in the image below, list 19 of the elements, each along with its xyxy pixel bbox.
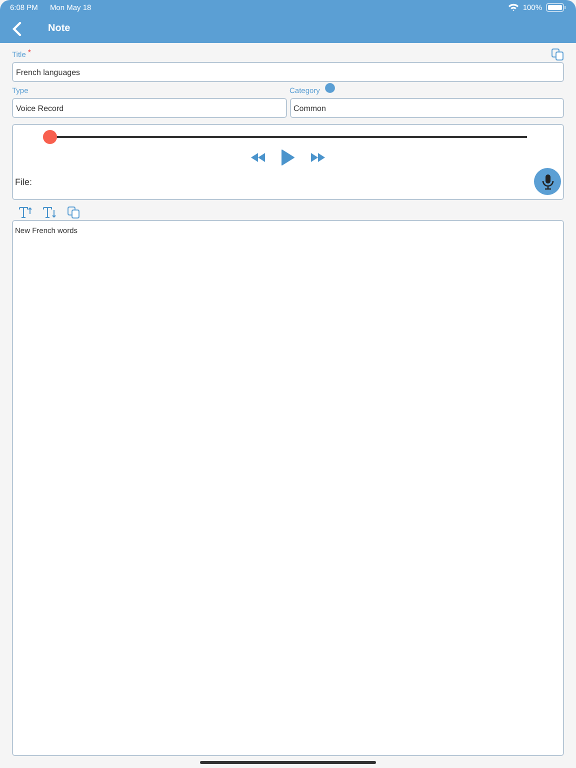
font-decrease-icon[interactable] (43, 207, 56, 218)
play-icon[interactable] (281, 149, 295, 166)
battery-icon (546, 2, 566, 12)
category-field[interactable]: Common (290, 98, 564, 118)
copy-icon[interactable] (67, 206, 80, 219)
microphone-button[interactable] (534, 168, 561, 195)
slider-thumb[interactable] (43, 130, 57, 144)
title-field[interactable]: French languages (12, 62, 564, 82)
microphone-icon (542, 174, 554, 190)
copy-icon[interactable] (551, 48, 564, 61)
category-dot-icon (324, 83, 335, 93)
nav-title: Note (48, 23, 70, 34)
wifi-icon (508, 3, 519, 11)
fast-forward-icon[interactable] (311, 153, 325, 162)
font-increase-icon[interactable] (19, 207, 32, 218)
type-field[interactable]: Voice Record (12, 98, 286, 118)
required-mark: * (28, 48, 32, 57)
rewind-icon[interactable] (251, 153, 265, 162)
file-label: File: (15, 176, 32, 186)
